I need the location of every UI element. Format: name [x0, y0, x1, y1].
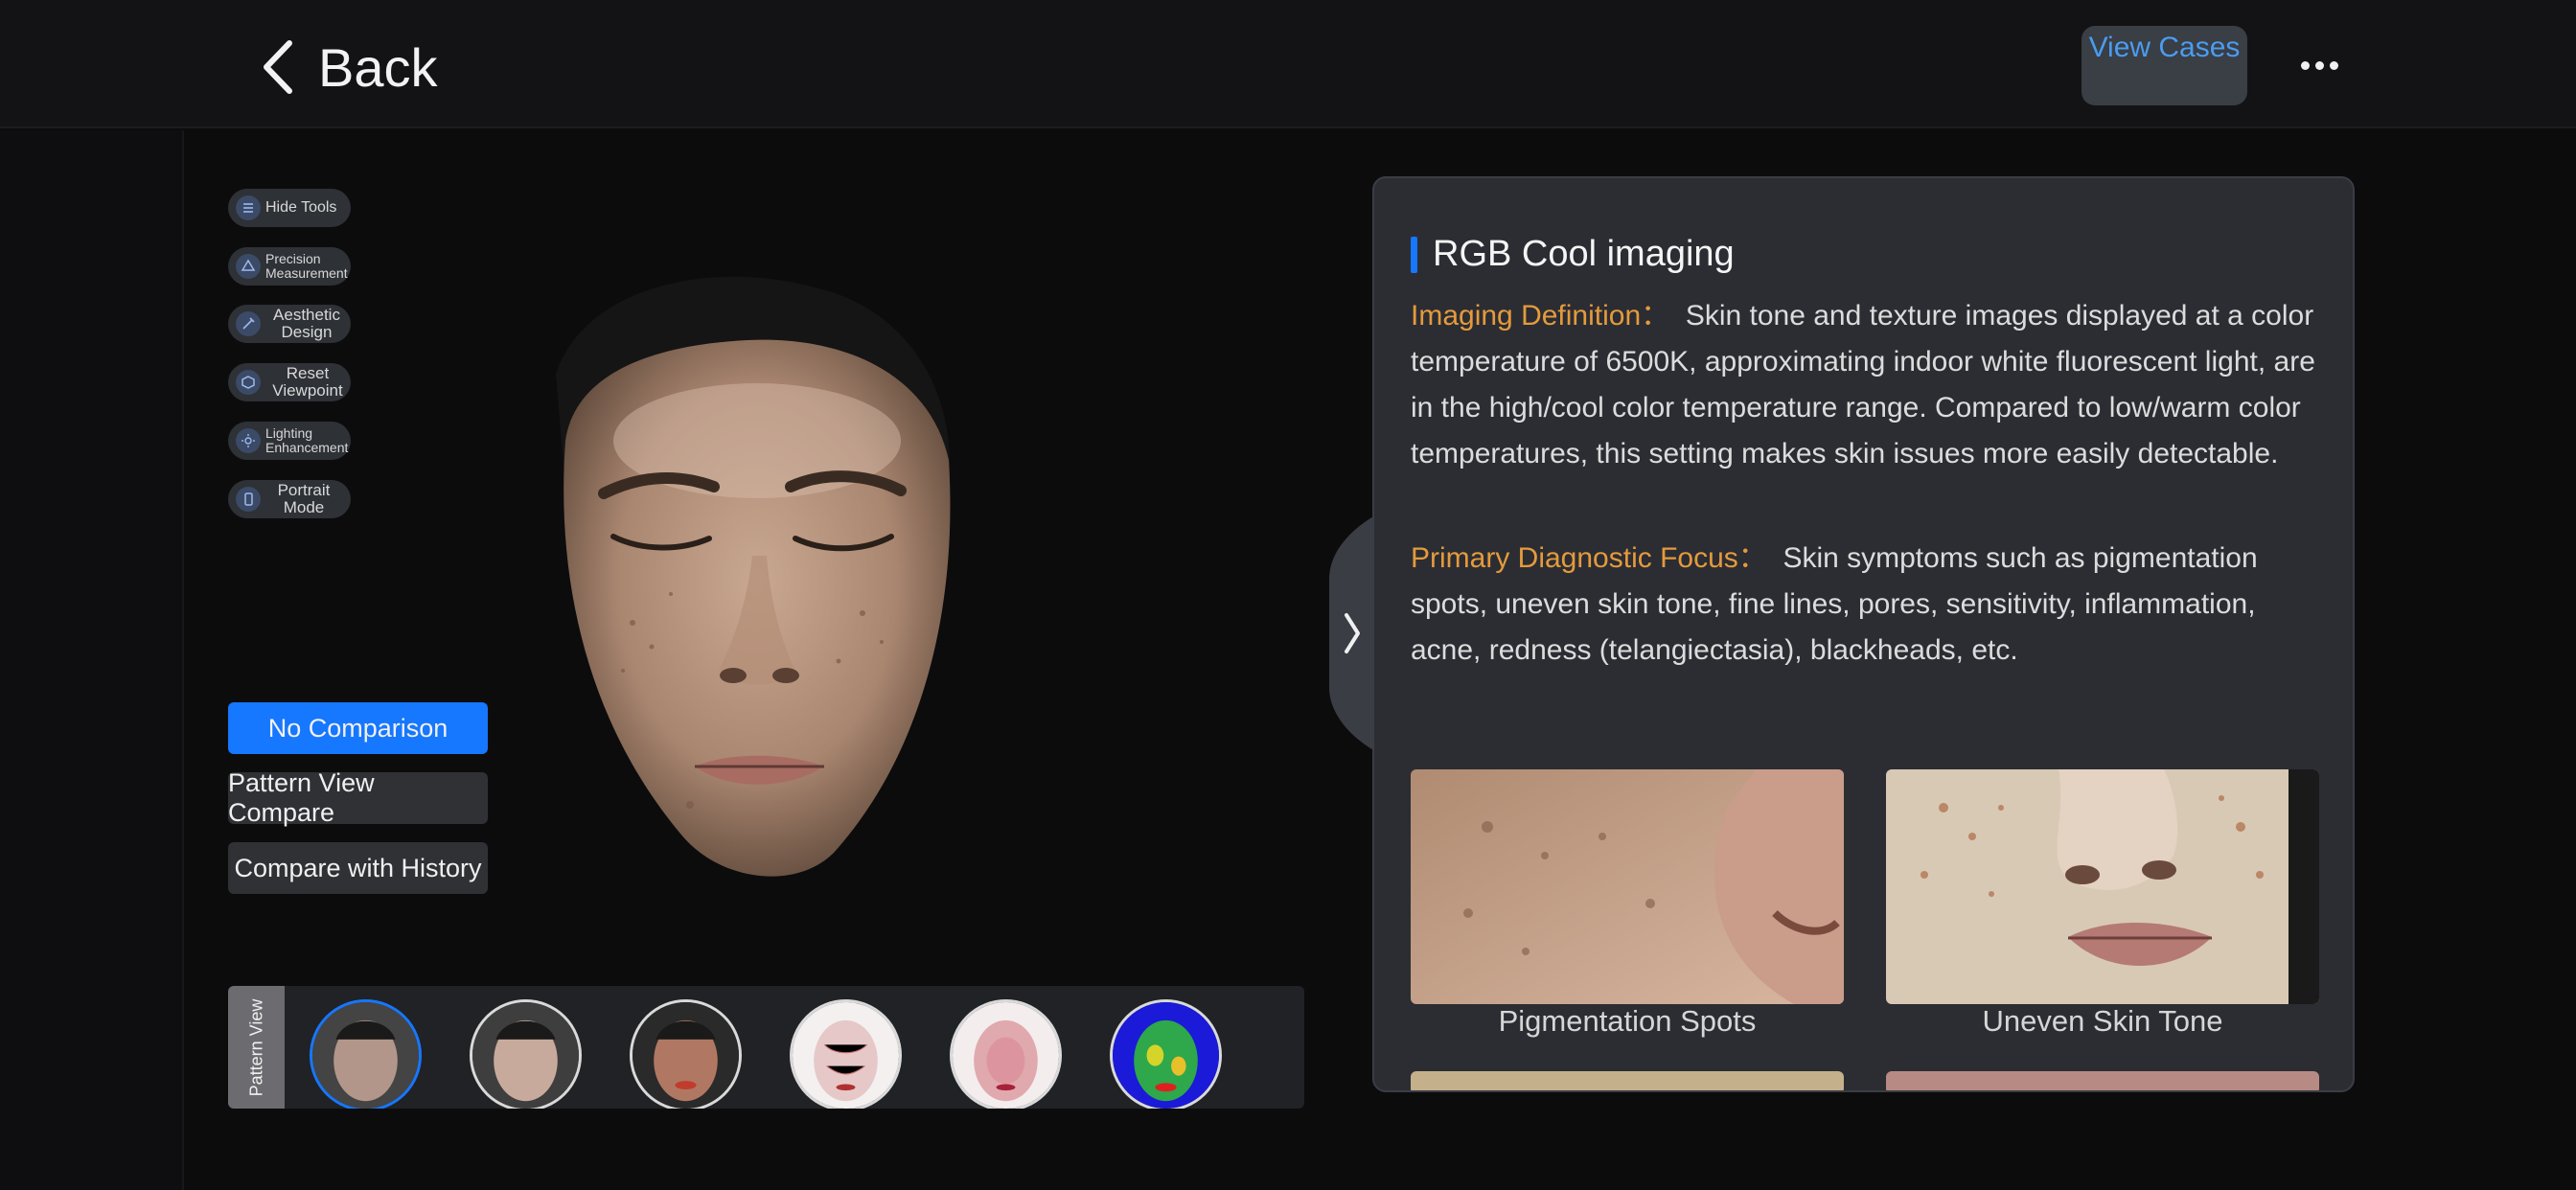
title-accent-bar [1411, 236, 1417, 273]
sun-icon [236, 428, 261, 453]
thumbnail-rgb-warm[interactable] [630, 999, 742, 1109]
aesthetic-design-button[interactable]: Aesthetic Design [228, 305, 351, 343]
hide-tools-button[interactable]: Hide Tools [228, 189, 351, 227]
example-image-pigmentation-spots[interactable] [1411, 769, 1844, 1004]
thumbnail-red-zone[interactable] [950, 999, 1062, 1109]
pattern-view-tab[interactable]: Pattern View [228, 986, 285, 1109]
lighting-enhancement-button[interactable]: Lighting Enhancement [228, 422, 351, 460]
more-options-icon[interactable] [2296, 42, 2342, 88]
imaging-definition: Imaging Definition： Skin tone and textur… [1411, 293, 2321, 477]
measure-icon [236, 254, 261, 279]
pattern-view-compare-button[interactable]: Pattern View Compare [228, 768, 488, 827]
imaging-definition-key: Imaging Definition： [1411, 300, 1670, 332]
compare-with-history-button[interactable]: Compare with History [228, 842, 488, 894]
example-image-uneven-skin-tone[interactable] [1886, 769, 2319, 1004]
pencil-icon [236, 311, 261, 336]
precision-measurement-button[interactable]: Precision Measurement [228, 247, 351, 286]
pattern-view-strip: Pattern View » [228, 986, 1304, 1109]
chevron-right-icon [1329, 515, 1375, 751]
example-label: Pigmentation Spots [1498, 1004, 1757, 1038]
thumbnail-rgb-cool[interactable] [310, 999, 422, 1109]
tool-label: Hide Tools [265, 199, 337, 216]
panel-collapse-tab[interactable] [1329, 515, 1375, 751]
tool-label: Precision Measurement [265, 251, 348, 281]
primary-diagnostic-focus: Primary Diagnostic Focus： Skin symptoms … [1411, 536, 2321, 674]
list-icon [236, 195, 261, 220]
back-label: Back [318, 36, 438, 98]
example-image-pores[interactable] [1886, 1071, 2319, 1090]
face-render-image [556, 276, 951, 877]
top-bar: Back View Cases [0, 0, 2576, 128]
tool-label: Portrait Mode [277, 481, 331, 516]
view-cases-button[interactable]: View Cases [2082, 26, 2247, 105]
example-label: Uneven Skin Tone [1982, 1004, 2223, 1038]
cube-icon [236, 370, 261, 395]
pattern-view-tab-label: Pattern View [246, 998, 266, 1096]
thumbnail-red-zone-light[interactable] [790, 999, 902, 1109]
tool-label: Reset Viewpoint [272, 364, 343, 400]
example-image-fine-lines[interactable] [1411, 1071, 1844, 1090]
imaging-info-panel: RGB Cool imaging Imaging Definition： Ski… [1372, 176, 2355, 1092]
thumbnail-rgb-standard[interactable] [470, 999, 582, 1109]
panel-title-text: RGB Cool imaging [1433, 234, 1735, 274]
left-gutter [0, 130, 184, 1190]
portrait-mode-button[interactable]: Portrait Mode [228, 480, 351, 518]
face-3d-viewer[interactable] [498, 268, 997, 901]
tool-label: Lighting Enhancement [265, 425, 349, 455]
phone-portrait-icon [236, 487, 261, 512]
no-comparison-button[interactable]: No Comparison [228, 702, 488, 754]
chevron-left-icon [264, 40, 292, 94]
back-button[interactable]: Back [257, 33, 438, 102]
thumbnail-uv-heatmap[interactable] [1110, 999, 1222, 1109]
focus-key: Primary Diagnostic Focus： [1411, 542, 1767, 574]
tool-label: Aesthetic Design [273, 306, 340, 341]
app-root: Back View Cases Hide Tools Precision Mea… [0, 0, 2576, 1190]
panel-title: RGB Cool imaging [1411, 234, 1735, 275]
reset-viewpoint-button[interactable]: Reset Viewpoint [228, 363, 351, 401]
